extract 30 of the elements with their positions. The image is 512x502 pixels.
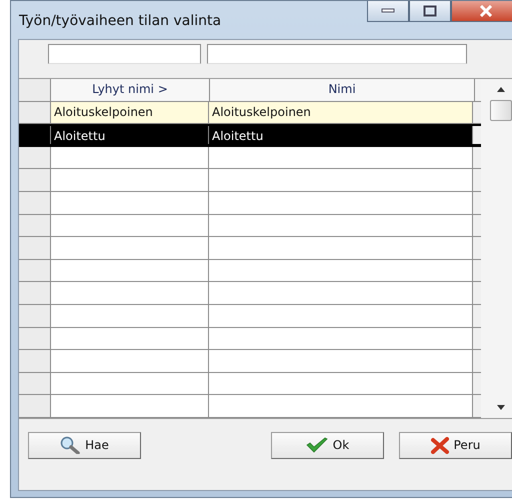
table-cell: Aloituskelpoinen bbox=[51, 102, 209, 124]
table-cell: Aloitettu bbox=[51, 126, 209, 144]
minimize-icon bbox=[381, 8, 395, 14]
search-icon bbox=[60, 436, 80, 454]
row-header[interactable] bbox=[19, 126, 51, 144]
table-cell: Aloituskelpoinen bbox=[209, 102, 473, 124]
table-row[interactable]: Aloituskelpoinen Aloituskelpoinen bbox=[19, 102, 481, 124]
cancel-button[interactable]: Peru bbox=[399, 432, 512, 459]
cross-icon bbox=[430, 436, 449, 454]
row-header[interactable] bbox=[19, 146, 51, 168]
scroll-up-icon[interactable] bbox=[497, 87, 505, 92]
minimize-button[interactable] bbox=[367, 1, 409, 22]
table-cell: Aloitettu bbox=[209, 126, 473, 144]
check-icon bbox=[306, 437, 328, 454]
scroll-thumb[interactable] bbox=[490, 100, 512, 121]
table-row[interactable]: Aloitettu Aloitettu bbox=[19, 124, 481, 147]
scroll-down-icon[interactable] bbox=[497, 404, 505, 410]
column-header[interactable]: Lyhyt nimi > bbox=[51, 79, 210, 101]
maximize-button[interactable] bbox=[409, 1, 451, 22]
maximize-icon bbox=[423, 5, 437, 17]
search-button[interactable]: Hae bbox=[28, 432, 141, 459]
column-header[interactable]: Nimi bbox=[210, 79, 475, 101]
ok-button[interactable]: Ok bbox=[271, 432, 384, 459]
scrollbar[interactable] bbox=[481, 79, 512, 418]
empty-table-row[interactable] bbox=[19, 146, 481, 170]
filter-field[interactable] bbox=[48, 44, 201, 64]
close-button[interactable] bbox=[451, 1, 512, 22]
filter-field[interactable] bbox=[207, 44, 467, 64]
window-title: Työn/työvaiheen tilan valinta bbox=[19, 13, 222, 29]
close-icon bbox=[479, 5, 493, 17]
